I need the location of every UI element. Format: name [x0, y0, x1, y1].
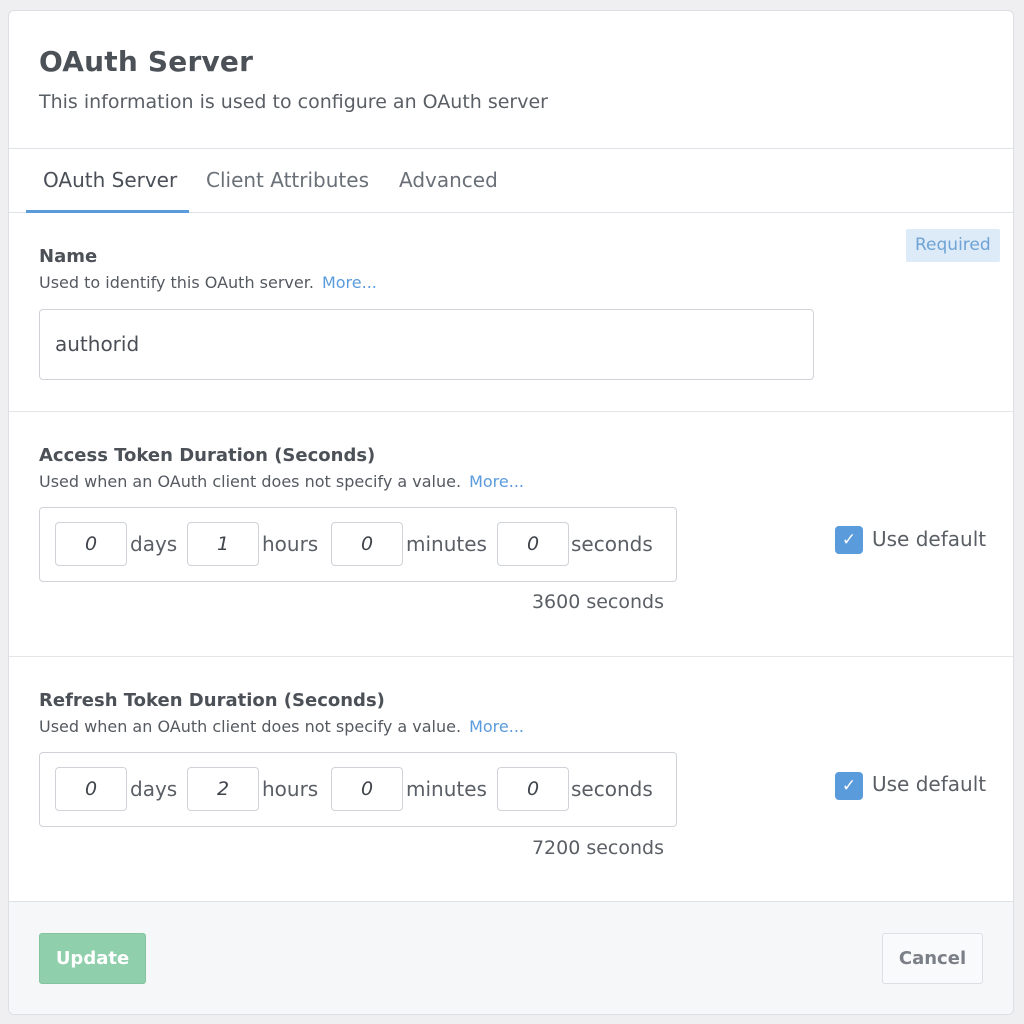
tab-bar: OAuth Server Client Attributes Advanced: [9, 149, 1013, 213]
refresh-token-label: Refresh Token Duration (Seconds): [39, 690, 385, 711]
tab-oauth-server[interactable]: OAuth Server: [26, 149, 189, 213]
tab-client-attributes[interactable]: Client Attributes: [206, 149, 369, 213]
page-title: OAuth Server: [39, 45, 254, 78]
name-more-link[interactable]: More...: [322, 273, 377, 292]
access-token-total: 3600 seconds: [531, 591, 664, 613]
required-badge: Required: [906, 229, 1000, 262]
refresh-seconds-unit: seconds: [571, 777, 653, 801]
access-days-unit: days: [130, 532, 178, 556]
refresh-days-input[interactable]: 0: [55, 767, 127, 811]
access-token-label: Access Token Duration (Seconds): [39, 445, 376, 466]
access-seconds-input[interactable]: 0: [497, 522, 569, 566]
checkmark-icon: ✓: [841, 530, 857, 550]
access-use-default-checkbox[interactable]: ✓: [835, 526, 863, 554]
refresh-token-total: 7200 seconds: [531, 837, 664, 859]
oauth-server-panel: OAuth Server This information is used to…: [8, 10, 1014, 1015]
name-label: Name: [39, 246, 98, 267]
refresh-use-default-checkbox[interactable]: ✓: [835, 772, 863, 800]
panel-footer: Update Cancel: [9, 901, 1013, 1014]
refresh-seconds-input[interactable]: 0: [497, 767, 569, 811]
access-seconds-unit: seconds: [571, 532, 653, 556]
refresh-token-description: Used when an OAuth client does not speci…: [39, 717, 524, 736]
access-hours-input[interactable]: 1: [187, 522, 259, 566]
access-days-input[interactable]: 0: [55, 522, 127, 566]
name-description: Used to identify this OAuth server. More.…: [39, 273, 377, 292]
checkmark-icon: ✓: [841, 776, 857, 796]
access-use-default-label[interactable]: Use default: [872, 527, 986, 551]
access-minutes-unit: minutes: [406, 532, 487, 556]
refresh-days-unit: days: [130, 777, 178, 801]
update-button[interactable]: Update: [39, 933, 146, 984]
refresh-hours-unit: hours: [262, 777, 319, 801]
refresh-minutes-input[interactable]: 0: [331, 767, 403, 811]
refresh-token-description-text: Used when an OAuth client does not speci…: [39, 717, 462, 736]
refresh-token-duration: 0 days 2 hours 0 minutes 0 seconds: [39, 752, 677, 827]
access-hours-unit: hours: [262, 532, 319, 556]
refresh-minutes-unit: minutes: [406, 777, 487, 801]
name-input[interactable]: authorid: [39, 309, 814, 380]
panel-header: OAuth Server This information is used to…: [9, 11, 1013, 149]
refresh-token-more-link[interactable]: More...: [469, 717, 524, 736]
refresh-use-default-label[interactable]: Use default: [872, 772, 986, 796]
access-token-description: Used when an OAuth client does not speci…: [39, 472, 524, 491]
page-subtitle: This information is used to configure an…: [39, 91, 548, 113]
name-description-text: Used to identify this OAuth server.: [39, 273, 314, 292]
tab-advanced[interactable]: Advanced: [399, 149, 498, 213]
cancel-button[interactable]: Cancel: [882, 933, 983, 984]
access-token-duration: 0 days 1 hours 0 minutes 0 seconds: [39, 507, 677, 582]
refresh-hours-input[interactable]: 2: [187, 767, 259, 811]
access-token-description-text: Used when an OAuth client does not speci…: [39, 472, 462, 491]
access-minutes-input[interactable]: 0: [331, 522, 403, 566]
access-token-more-link[interactable]: More...: [469, 472, 524, 491]
